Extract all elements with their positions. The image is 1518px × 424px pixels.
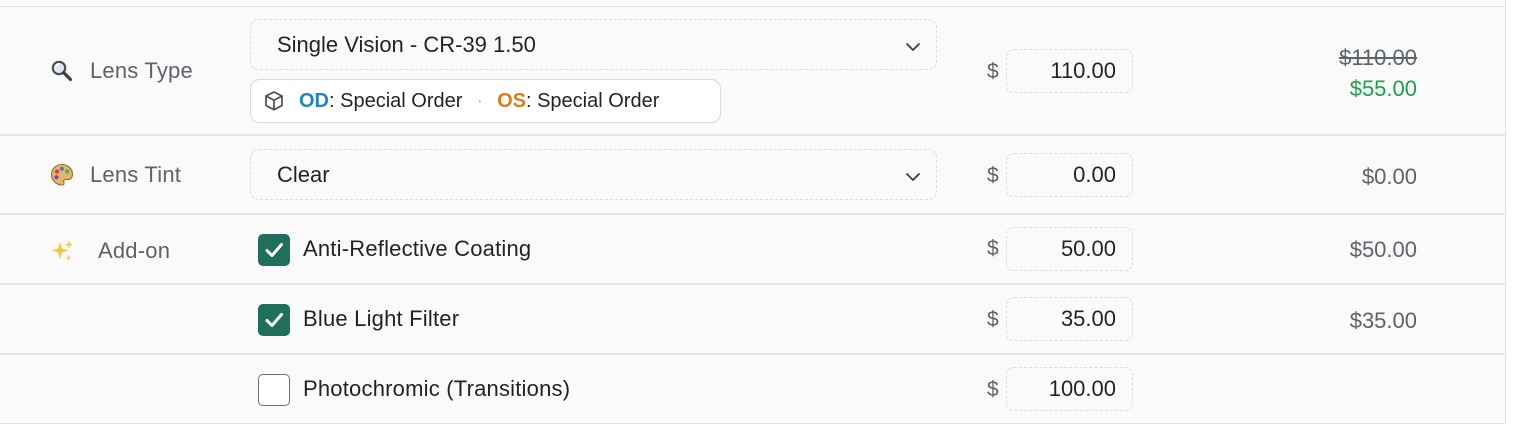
original-total: $110.00 [1339,45,1417,70]
magnifier-icon [48,57,76,85]
anti-reflective-total: $50.00 [1349,237,1417,262]
blue-light-currency: $ [987,308,999,331]
photochromic-currency: $ [987,378,999,401]
lens-tint-select-value: Clear [277,161,330,187]
lens-type-select-value: Single Vision - CR-39 1.50 [277,31,536,57]
addon-label: Add-on [48,237,170,265]
lens-tint-label-text: Lens Tint [90,162,182,187]
anti-reflective-price-value: 50.00 [1060,236,1116,261]
lens-type-currency: $ [987,60,999,83]
chevron-down-icon [904,166,922,184]
od-label: OD [299,89,329,112]
row-addon-anti-reflective: Add-on Anti-Reflective Coating $ 50.00 $… [0,215,1506,285]
lens-tint-price-input[interactable]: 0.00 [1006,153,1133,197]
anti-reflective-price-input[interactable]: 50.00 [1006,227,1133,271]
blue-light-label: Blue Light Filter [303,306,460,331]
photochromic-label: Photochromic (Transitions) [303,376,571,401]
lens-type-price-input[interactable]: 110.00 [1006,49,1133,93]
row-lens-type: Lens Type Single Vision - CR-39 1.50 OD … [0,7,1506,136]
row-addon-blue-light: Blue Light Filter $ 35.00 $35.00 [0,285,1506,355]
blue-light-price-value: 35.00 [1060,306,1116,331]
package-icon [263,90,285,112]
blue-light-total: $35.00 [1349,308,1417,333]
anti-reflective-label: Anti-Reflective Coating [303,236,532,261]
checkmark-icon [265,313,283,327]
discounted-total: $55.00 [1349,76,1417,101]
photochromic-checkbox[interactable] [258,374,290,406]
anti-reflective-currency: $ [987,237,999,260]
blue-light-checkbox[interactable] [258,304,290,336]
lens-tint-total: $0.00 [1361,164,1417,189]
lens-type-label-text: Lens Type [90,58,193,83]
lens-type-total: $110.00 $55.00 [1339,42,1417,104]
os-label: OS [497,89,526,112]
lens-tint-select[interactable]: Clear [250,149,937,200]
stock-status-badge: OD : Special Order · OS : Special Order [250,79,721,123]
lens-tint-currency: $ [987,164,999,187]
row-addon-photochromic: Photochromic (Transitions) $ 100.00 [0,355,1506,424]
lens-type-select[interactable]: Single Vision - CR-39 1.50 [250,19,937,70]
chevron-down-icon [904,36,922,54]
checkmark-icon [265,243,283,257]
lens-pricing-table: Lens Type Single Vision - CR-39 1.50 OD … [0,0,1506,424]
addon-label-text: Add-on [98,238,171,263]
lens-tint-label: Lens Tint [48,161,181,189]
row-lens-tint: Lens Tint Clear $ 0.00 $0.00 [0,136,1506,215]
photochromic-price-value: 100.00 [1048,376,1116,401]
od-status: : Special Order [329,89,463,112]
anti-reflective-checkbox[interactable] [258,234,290,266]
palette-icon [48,161,76,189]
lens-type-label: Lens Type [48,57,193,85]
blue-light-price-input[interactable]: 35.00 [1006,297,1133,341]
sparkles-icon [48,237,76,265]
badge-separator: · [476,89,484,112]
photochromic-price-input[interactable]: 100.00 [1006,367,1133,411]
lens-tint-price-value: 0.00 [1073,162,1116,187]
lens-type-price-value: 110.00 [1050,58,1116,83]
os-status: : Special Order [525,89,660,112]
